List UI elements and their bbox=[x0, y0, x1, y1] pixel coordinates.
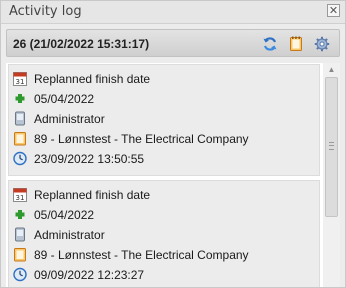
note-icon[interactable] bbox=[288, 36, 304, 52]
scroll-up-icon[interactable]: ▲ bbox=[325, 65, 338, 75]
settings-icon[interactable] bbox=[314, 36, 330, 52]
entry-date-row: 05/04/2022 bbox=[9, 205, 319, 225]
entry-project-row: 89 - Lønnstest - The Electrical Company bbox=[9, 129, 319, 149]
log-header: 26 (21/02/2022 15:31:17) bbox=[6, 29, 340, 57]
device-icon bbox=[15, 111, 25, 126]
entry-timestamp-row: 23/09/2022 13:50:55 bbox=[9, 149, 319, 169]
entry-project: 89 - Lønnstest - The Electrical Company bbox=[34, 132, 249, 146]
entry-timestamp-row: 09/09/2022 12:23:27 bbox=[9, 265, 319, 285]
svg-text:31: 31 bbox=[16, 194, 25, 202]
calendar-icon: 31 bbox=[13, 188, 27, 202]
entry-action-row: 31 Replanned finish date bbox=[9, 185, 319, 205]
note-icon bbox=[14, 132, 26, 146]
panel-title: Activity log bbox=[9, 4, 82, 19]
svg-text:31: 31 bbox=[16, 78, 25, 86]
entry-user-row: Administrator bbox=[9, 225, 319, 245]
entry-action-row: 31 Replanned finish date bbox=[9, 69, 319, 89]
activity-list[interactable]: 31 Replanned finish date 05/04/2022 Admi… bbox=[6, 63, 340, 287]
close-icon: ✕ bbox=[328, 4, 339, 17]
device-icon bbox=[15, 227, 25, 242]
entry-project-row: 89 - Lønnstest - The Electrical Company bbox=[9, 245, 319, 265]
panel-title-bar: Activity log ✕ bbox=[1, 1, 345, 24]
calendar-icon: 31 bbox=[13, 72, 27, 86]
activity-log-panel: Activity log ✕ 26 (21/02/2022 15:31:17) bbox=[0, 0, 346, 288]
entry-date-row: 05/04/2022 bbox=[9, 89, 319, 109]
refresh-icon[interactable] bbox=[262, 36, 278, 52]
scroll-thumb[interactable] bbox=[325, 77, 338, 217]
activity-entry[interactable]: 31 Replanned finish date 05/04/2022 Admi… bbox=[8, 64, 320, 176]
entry-project: 89 - Lønnstest - The Electrical Company bbox=[34, 248, 249, 262]
entry-user: Administrator bbox=[34, 112, 105, 126]
vertical-scrollbar[interactable]: ▲ bbox=[323, 63, 340, 287]
activity-entry[interactable]: 31 Replanned finish date 05/04/2022 Admi… bbox=[8, 180, 320, 287]
entry-timestamp: 23/09/2022 13:50:55 bbox=[34, 152, 145, 166]
entry-date: 05/04/2022 bbox=[34, 92, 95, 106]
log-header-title: 26 (21/02/2022 15:31:17) bbox=[13, 37, 150, 51]
entry-action: Replanned finish date bbox=[34, 72, 151, 86]
entry-user-row: Administrator bbox=[9, 109, 319, 129]
scroll-grip-icon bbox=[329, 142, 334, 150]
add-icon bbox=[15, 94, 25, 103]
entry-action: Replanned finish date bbox=[34, 188, 151, 202]
add-icon bbox=[15, 210, 25, 219]
entry-timestamp: 09/09/2022 12:23:27 bbox=[34, 268, 145, 282]
entry-user: Administrator bbox=[34, 228, 105, 242]
close-button[interactable]: ✕ bbox=[327, 4, 340, 17]
clock-icon bbox=[13, 151, 27, 166]
clock-icon bbox=[13, 267, 27, 282]
entry-date: 05/04/2022 bbox=[34, 208, 95, 222]
note-icon bbox=[14, 248, 26, 262]
